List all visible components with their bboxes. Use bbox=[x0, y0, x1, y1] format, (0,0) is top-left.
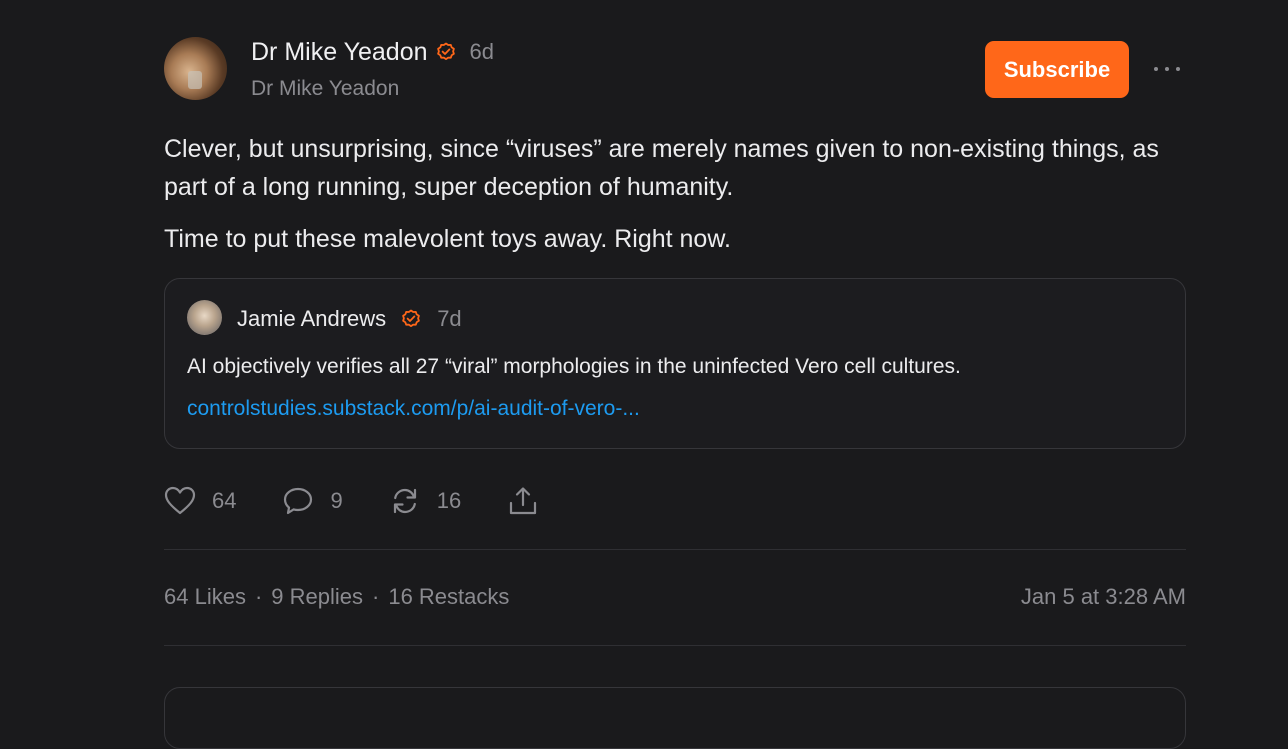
post-stats: 64 Likes · 9 Replies · 16 Restacks Jan 5 at … bbox=[164, 584, 1186, 610]
divider bbox=[164, 549, 1186, 550]
author-name[interactable]: Dr Mike Yeadon bbox=[251, 38, 428, 67]
note-post: Dr Mike Yeadon 6d Dr Mike Yeadon Subscri… bbox=[164, 36, 1186, 749]
action-bar: 64 9 16 bbox=[164, 484, 585, 518]
quoted-note-age[interactable]: 7d bbox=[437, 306, 461, 332]
more-icon[interactable] bbox=[1154, 58, 1180, 80]
quoted-author-avatar[interactable] bbox=[187, 300, 222, 335]
restack-count: 16 bbox=[436, 488, 462, 513]
restacks-summary-link[interactable]: 16 Restacks bbox=[388, 584, 509, 609]
post-paragraph: Clever, but unsurprising, since “viruses… bbox=[164, 135, 1159, 201]
quoted-author-row: Jamie Andrews 7d bbox=[237, 304, 462, 334]
separator: · bbox=[254, 584, 263, 609]
post-body: Clever, but unsurprising, since “viruses… bbox=[164, 130, 1186, 258]
author-name-row: Dr Mike Yeadon 6d bbox=[251, 37, 494, 67]
share-icon bbox=[507, 485, 539, 517]
comment-icon bbox=[282, 485, 314, 517]
post-timestamp: Jan 5 at 3:28 AM bbox=[1020, 584, 1186, 609]
restack-button[interactable]: 16 bbox=[389, 485, 461, 517]
reply-count: 9 bbox=[330, 488, 343, 513]
author-avatar[interactable] bbox=[164, 37, 227, 100]
verified-badge-icon bbox=[436, 42, 456, 62]
verified-badge-icon bbox=[401, 309, 421, 329]
separator: · bbox=[372, 584, 380, 609]
author-handle[interactable]: Dr Mike Yeadon bbox=[251, 77, 399, 101]
likes-summary-link[interactable]: 64 Likes bbox=[164, 584, 246, 609]
divider bbox=[164, 645, 1186, 646]
reply-button[interactable]: 9 bbox=[282, 485, 343, 517]
share-button[interactable] bbox=[507, 485, 539, 517]
quoted-note-card[interactable]: Jamie Andrews 7d AI objectively verifies… bbox=[164, 278, 1186, 449]
subscribe-button[interactable]: Subscribe bbox=[985, 41, 1129, 98]
post-age[interactable]: 6d bbox=[470, 39, 494, 65]
like-button[interactable]: 64 bbox=[164, 486, 236, 516]
quoted-note-text: AI objectively verifies all 27 “viral” m… bbox=[187, 355, 961, 378]
post-header: Dr Mike Yeadon 6d Dr Mike Yeadon Subscri… bbox=[164, 36, 1186, 104]
engagement-summary: 64 Likes · 9 Replies · 16 Restacks bbox=[164, 584, 509, 610]
quoted-note-link[interactable]: controlstudies.substack.com/p/ai-audit-o… bbox=[187, 397, 640, 421]
post-paragraph: Time to put these malevolent toys away. … bbox=[164, 225, 731, 253]
heart-icon bbox=[164, 486, 196, 516]
like-count: 64 bbox=[212, 488, 237, 513]
restack-icon bbox=[389, 485, 421, 517]
reply-composer-card[interactable] bbox=[164, 687, 1186, 749]
replies-summary-link[interactable]: 9 Replies bbox=[271, 584, 363, 609]
quoted-author-name[interactable]: Jamie Andrews bbox=[237, 306, 386, 332]
